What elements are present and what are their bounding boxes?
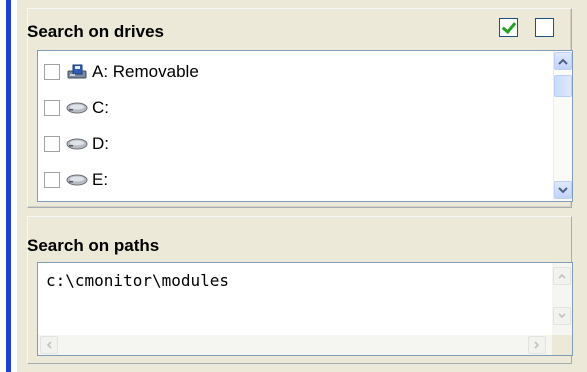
drive-e-checkbox[interactable]: [44, 172, 60, 188]
search-options-frame: Search on drives A: Removable C: D: E: S…: [16, 0, 587, 372]
chevron-up-icon: [558, 273, 566, 279]
drives-list[interactable]: A: Removable C: D: E:: [37, 50, 573, 202]
chevron-down-icon: [558, 313, 566, 319]
chevron-right-icon: [534, 341, 540, 349]
paths-vertical-scrollbar[interactable]: [552, 263, 572, 335]
drive-row-a[interactable]: A: Removable: [44, 59, 199, 85]
chevron-up-icon: [558, 58, 568, 65]
paths-scroll-down-button[interactable]: [553, 307, 571, 325]
drive-c-label: C:: [92, 98, 109, 117]
drive-d-checkbox[interactable]: [44, 136, 60, 152]
blue-accent-bar: [6, 0, 11, 372]
floppy-drive-icon: [67, 64, 87, 79]
drive-e-label: E:: [92, 170, 109, 189]
drive-row-d[interactable]: D:: [44, 131, 109, 157]
scrollbar-corner: [552, 335, 572, 355]
chevron-down-icon: [558, 186, 568, 193]
paths-scroll-up-button[interactable]: [553, 267, 571, 285]
scroll-up-button[interactable]: [554, 52, 572, 70]
drive-c-checkbox[interactable]: [44, 100, 60, 116]
scroll-thumb[interactable]: [554, 75, 572, 97]
paths-scroll-right-button[interactable]: [528, 336, 546, 354]
paths-panel-title: Search on paths: [27, 236, 160, 255]
paths-textarea[interactable]: c:\cmonitor\modules: [37, 262, 573, 356]
drives-list-scrollbar[interactable]: [553, 51, 572, 201]
chevron-left-icon: [46, 341, 52, 349]
select-all-drives-checkbox[interactable]: [499, 18, 518, 37]
drives-panel-title: Search on drives: [27, 22, 165, 41]
drive-a-checkbox[interactable]: [44, 64, 60, 80]
hard-drive-icon: [66, 102, 88, 114]
paths-horizontal-scrollbar[interactable]: [38, 335, 552, 355]
paths-textarea-value[interactable]: c:\cmonitor\modules: [46, 271, 229, 290]
drive-a-label: A: Removable: [92, 62, 199, 81]
left-edge: [0, 0, 14, 372]
drive-row-e[interactable]: E:: [44, 167, 108, 193]
select-no-drives-checkbox[interactable]: [535, 18, 554, 37]
scroll-down-button[interactable]: [554, 181, 572, 199]
hard-drive-icon: [66, 138, 88, 150]
drive-d-label: D:: [92, 134, 109, 153]
drive-row-c[interactable]: C:: [44, 95, 109, 121]
hard-drive-icon: [66, 174, 88, 186]
paths-scroll-left-button[interactable]: [40, 336, 58, 354]
